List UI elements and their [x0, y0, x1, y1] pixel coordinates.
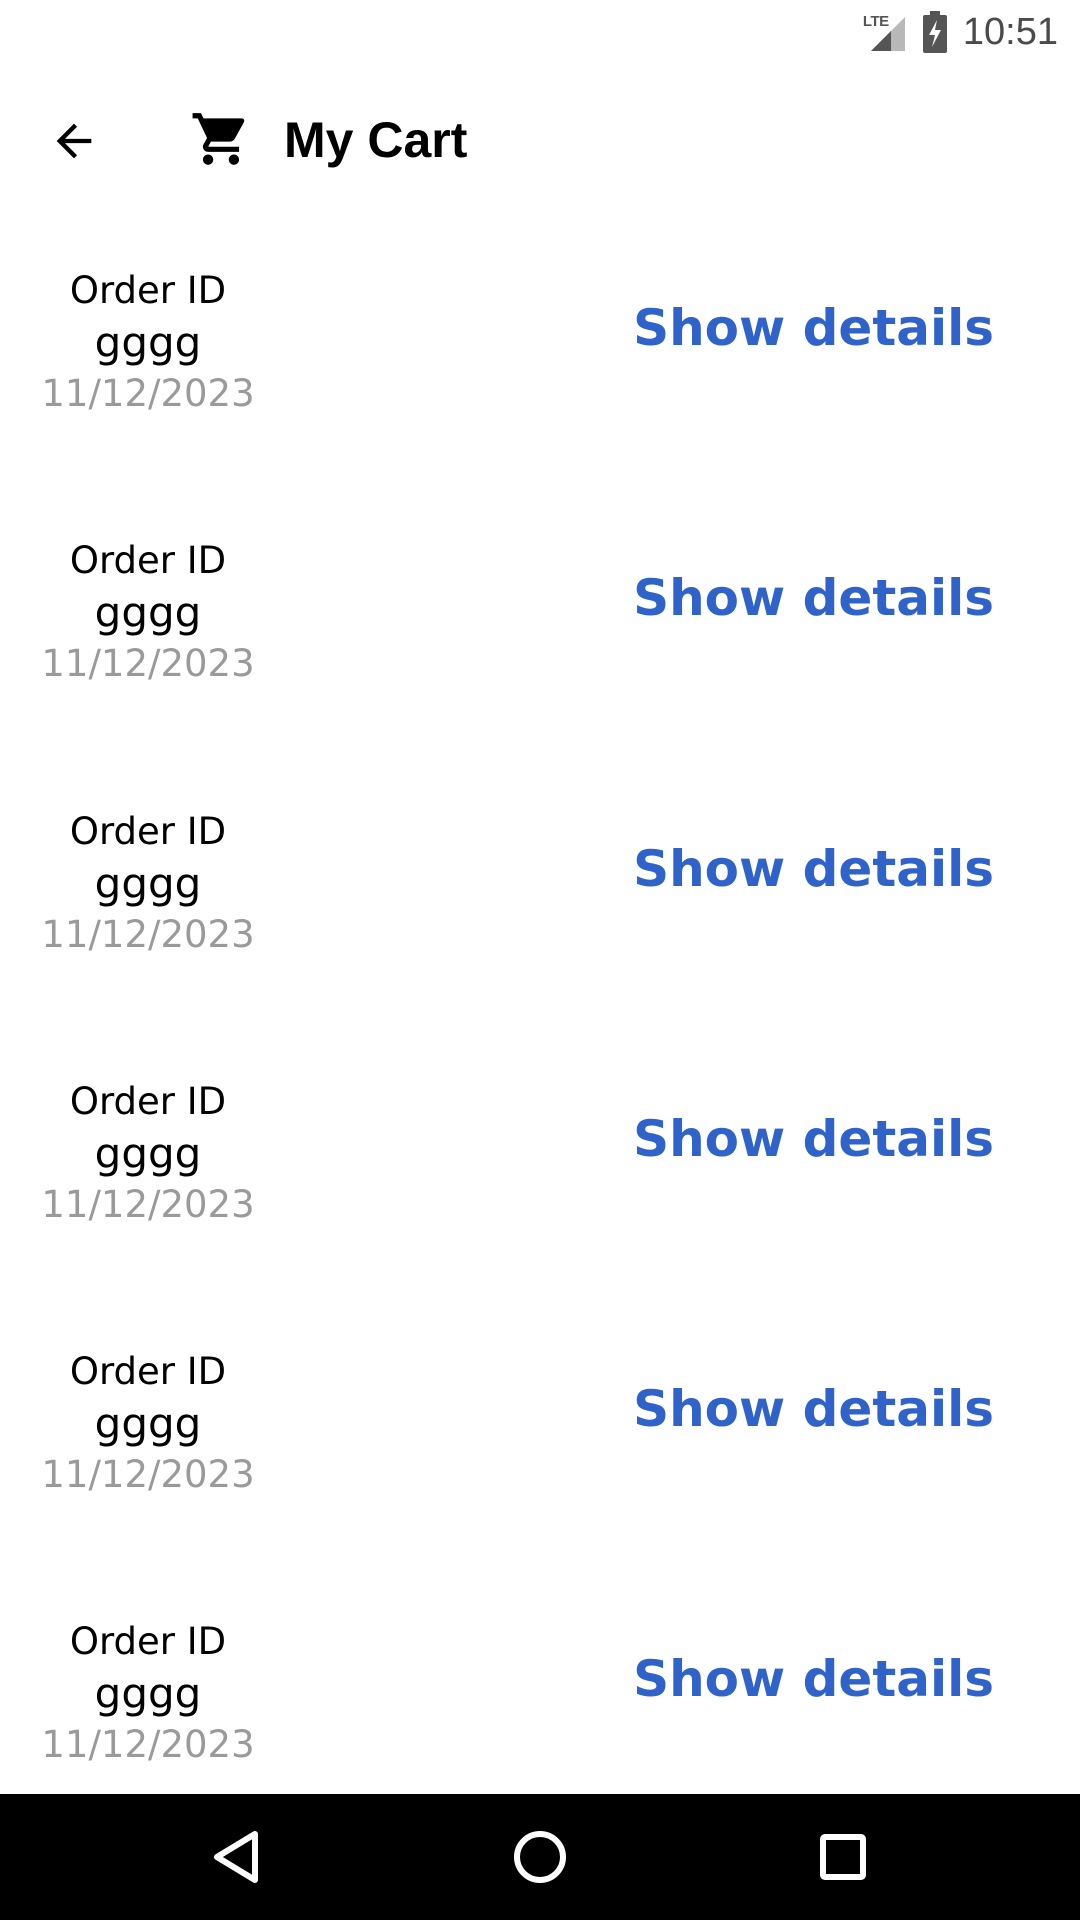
show-details-button[interactable]: Show details — [633, 1106, 994, 1172]
order-info: Order ID gggg 11/12/2023 — [28, 535, 268, 689]
list-item: Order ID gggg 11/12/2023 Show details — [0, 1294, 1080, 1564]
order-info: Order ID gggg 11/12/2023 — [28, 806, 268, 960]
order-info: Order ID gggg 11/12/2023 — [28, 1346, 268, 1500]
list-item: Order ID gggg 11/12/2023 Show details — [0, 1564, 1080, 1794]
show-details-button[interactable]: Show details — [633, 1646, 994, 1712]
nav-recents-icon — [820, 1834, 866, 1880]
list-item: Order ID gggg 11/12/2023 Show details — [0, 483, 1080, 753]
status-clock: 10:51 — [962, 10, 1058, 53]
order-info: Order ID gggg 11/12/2023 — [28, 1076, 268, 1230]
status-bar: LTE 10:51 — [0, 0, 1080, 63]
navigation-bar — [0, 1794, 1080, 1920]
show-details-button[interactable]: Show details — [633, 836, 994, 902]
battery-charging-icon — [921, 11, 949, 53]
nav-home-button[interactable] — [507, 1824, 573, 1890]
order-id-label: Order ID — [69, 1620, 227, 1663]
nav-home-icon — [514, 1831, 566, 1883]
order-id-label: Order ID — [69, 1350, 227, 1393]
list-item: Order ID gggg 11/12/2023 Show details — [0, 213, 1080, 483]
list-item: Order ID gggg 11/12/2023 Show details — [0, 1024, 1080, 1294]
list-item: Order ID gggg 11/12/2023 Show details — [0, 754, 1080, 1024]
arrow-left-icon — [56, 123, 92, 159]
cart-icon — [192, 113, 245, 165]
order-id-value: gggg — [94, 859, 202, 908]
order-id-label: Order ID — [69, 810, 227, 853]
signal-icon: LTE — [861, 11, 909, 53]
app-bar: My Cart — [0, 63, 1080, 213]
show-details-button[interactable]: Show details — [633, 1376, 994, 1442]
order-id-value: gggg — [94, 1129, 202, 1178]
order-date: 11/12/2023 — [41, 372, 255, 415]
order-list: Order ID gggg 11/12/2023 Show details Or… — [0, 213, 1080, 1794]
order-id-value: gggg — [94, 588, 202, 637]
status-indicators: LTE 10:51 — [861, 8, 1058, 56]
order-info: Order ID gggg 11/12/2023 — [28, 1616, 268, 1770]
nav-back-icon — [214, 1831, 258, 1883]
back-button[interactable] — [38, 105, 110, 177]
order-id-value: gggg — [94, 1669, 202, 1718]
order-id-label: Order ID — [69, 539, 227, 582]
page-title: My Cart — [284, 112, 468, 168]
order-id-label: Order ID — [69, 269, 227, 312]
order-date: 11/12/2023 — [41, 1453, 255, 1496]
order-id-value: gggg — [94, 318, 202, 367]
order-date: 11/12/2023 — [41, 1183, 255, 1226]
order-id-label: Order ID — [69, 1080, 227, 1123]
order-id-value: gggg — [94, 1399, 202, 1448]
order-date: 11/12/2023 — [41, 913, 255, 956]
order-info: Order ID gggg 11/12/2023 — [28, 265, 268, 419]
show-details-button[interactable]: Show details — [633, 295, 994, 361]
order-date: 11/12/2023 — [41, 1723, 255, 1766]
show-details-button[interactable]: Show details — [633, 565, 994, 631]
nav-recents-button[interactable] — [810, 1824, 876, 1890]
nav-back-button[interactable] — [203, 1824, 269, 1890]
order-date: 11/12/2023 — [41, 642, 255, 685]
